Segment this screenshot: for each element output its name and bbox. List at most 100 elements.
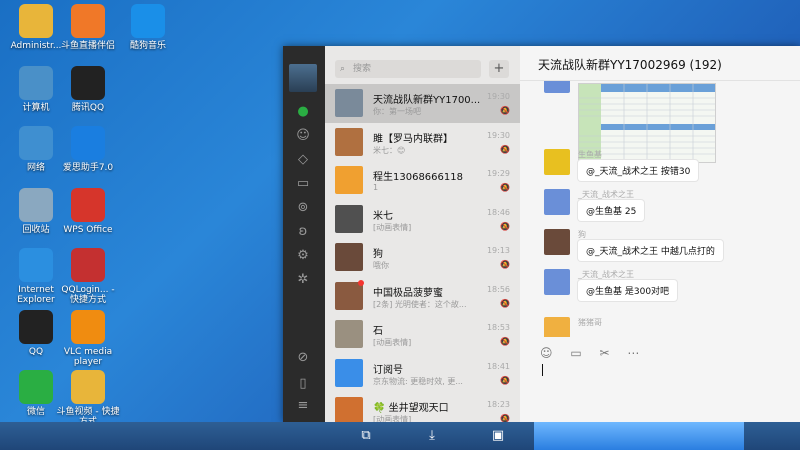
chat-avatar [335, 397, 363, 422]
desktop-icon-label: 爱思助手7.0 [62, 163, 114, 173]
chat-list-item[interactable]: 雎【罗马内联群】 米七：😊 19:30 🔕 [325, 123, 520, 162]
chat-last-message: 哦你 [373, 261, 389, 270]
chat-last-message: [2条] 光明使者：这个故... [373, 299, 467, 309]
message-area[interactable]: 生鱼基 @_天流_战术之王 按错30 _天流_战术之王 @生鱼基 25 狗 @_天流_战术… [520, 80, 800, 337]
search-icon: ⌕ [340, 64, 346, 74]
i4-icon [71, 126, 105, 160]
desktop-icon[interactable]: 腾讯QQ [56, 66, 120, 113]
chat-title: 天流战队新群YY17002969 (192) [538, 58, 722, 72]
screenshot-icon[interactable]: ⧉ [358, 428, 374, 444]
desktop-icon-label: 酷狗音乐 [129, 41, 166, 51]
chat-name: 米七 [373, 210, 393, 222]
input-toolbar: ☺ ▭ ✂ ⋯ [540, 346, 653, 360]
recycle-bin-icon [19, 188, 53, 222]
chat-time: 19:30 [486, 130, 510, 140]
sender-avatar[interactable] [544, 189, 570, 215]
chat-last-message: [动画表情] [373, 338, 412, 347]
desktop-icon-label: QQLogin... - 快捷方式 [61, 285, 115, 305]
sender-name: 狗 [578, 230, 586, 239]
chat-avatar [335, 320, 363, 348]
chat-name: 石 [373, 326, 383, 337]
add-button[interactable]: + [489, 60, 509, 78]
chat-list: 天流战队新群YY1700... 你：第一场吧 19:30 🔕 雎【罗马内联群】 米七：😊 1… [325, 84, 520, 422]
desktop-icon-label: VLC media player [63, 347, 113, 367]
scissors-icon[interactable]: ✂ [600, 346, 610, 360]
wechat-window: ● ☺ ◇ ▭ ⊚ ʚ ⚙ ✲ ⊘ ▯ ≡ ⌕ 搜索 + 天流战队新群YY170… [283, 46, 800, 422]
tv-icon[interactable]: ▣ [490, 428, 506, 444]
mute-icon: 🔕 [500, 337, 510, 346]
chat-last-message: 你：第一场吧 [373, 107, 421, 116]
file-icon[interactable]: ▭ [570, 346, 581, 360]
desktop-icon[interactable]: 酷狗音乐 [116, 4, 180, 51]
desktop-preview [534, 422, 744, 450]
desktop-icon[interactable]: QQLogin... - 快捷方式 [56, 248, 120, 305]
box-icon[interactable]: ◇ [295, 152, 311, 168]
chat-name: 🍀 坐井望观天口 [373, 403, 449, 414]
mute-icon: 🔕 [500, 106, 510, 115]
user-avatar[interactable] [289, 64, 317, 92]
message-bubble[interactable]: @_天流_战术之王 中越几点打的 [578, 240, 723, 261]
message-bubble[interactable]: @生鱼基 是300对吧 [578, 280, 678, 301]
chat-list-item[interactable]: 🍀 坐井望观天口 [动画表情] 18:23 🔕 [325, 392, 520, 422]
chat-time: 19:30 [486, 92, 510, 101]
network-icon [19, 126, 53, 160]
chat-name: 雎【罗马内联群】 [373, 133, 453, 145]
chat-list-item[interactable]: 中国极品菠萝蜜 [2条] 光明使者：这个故... 18:56 🔕 [325, 277, 520, 316]
menu-icon[interactable]: ≡ [295, 398, 311, 414]
chat-name: 中国极品菠萝蜜 [373, 287, 443, 299]
sender-avatar[interactable] [544, 317, 570, 337]
message-bubble[interactable]: @生鱼基 25 [578, 200, 645, 221]
mute-icon: 🔕 [500, 414, 510, 422]
desktop-icon[interactable]: WPS Office [56, 188, 120, 235]
emoji-icon[interactable]: ☺ [540, 346, 553, 360]
mute-icon: 🔕 [500, 260, 510, 269]
sender-avatar[interactable] [544, 149, 570, 175]
chat-history-icon[interactable]: ⋯ [627, 346, 639, 360]
butterfly-icon[interactable]: ʚ [295, 224, 311, 240]
chat-list-item[interactable]: 米七 [动画表情] 18:46 🔕 [325, 200, 520, 239]
mute-icon: 🔕 [500, 144, 510, 154]
mute-icon: 🔕 [500, 375, 510, 385]
qqlogin-icon [71, 248, 105, 282]
contacts-icon[interactable]: ☺ [295, 128, 311, 144]
mini-program-icon[interactable]: ✲ [295, 272, 311, 288]
chat-avatar [335, 281, 363, 310]
chat-list-item[interactable]: 订阅号 京东物流: 更稳时效, 更... 18:41 🔕 [325, 354, 520, 393]
message-bubble[interactable]: @_天流_战术之王 按错30 [578, 160, 699, 181]
search-input[interactable]: ⌕ 搜索 [335, 60, 481, 78]
chat-avatar [335, 89, 363, 117]
computer-icon [19, 66, 53, 100]
chat-list-item[interactable]: 程生13068666118 1 19:29 🔕 [325, 161, 520, 200]
desktop-icon[interactable]: 斗鱼视频 - 快捷方式 [56, 370, 120, 427]
folder-icon [71, 370, 105, 404]
desktop-icon[interactable]: 斗鱼直播伴侣 [56, 4, 120, 51]
desktop-icon[interactable]: VLC media player [56, 310, 120, 367]
phone-icon[interactable]: ▯ [295, 376, 311, 392]
desktop-icon-label: 斗鱼直播伴侣 [60, 41, 115, 51]
wechat-nav-bar: ● ☺ ◇ ▭ ⊚ ʚ ⚙ ✲ ⊘ ▯ ≡ [283, 46, 325, 422]
mute-icon: 🔕 [500, 183, 510, 192]
moments-icon[interactable]: ⊚ [295, 200, 311, 216]
sender-avatar[interactable] [544, 229, 570, 255]
chat-list-item[interactable]: 狗哦你 19:13 🔕 [325, 238, 520, 277]
link-icon[interactable]: ⊘ [295, 350, 311, 366]
chat-avatar [335, 204, 363, 233]
chat-avatar [335, 127, 363, 156]
chat-icon[interactable]: ● [295, 104, 311, 120]
download-icon[interactable]: ⤓ [424, 428, 440, 444]
wechat-icon [19, 370, 53, 404]
mute-icon: 🔕 [500, 298, 510, 308]
folder-icon[interactable]: ▭ [295, 176, 311, 192]
desktop-icon[interactable]: 爱思助手7.0 [56, 126, 120, 173]
chat-last-message: 1 [373, 183, 379, 192]
chat-list-item[interactable]: 石 [动画表情] 18:53 🔕 [325, 315, 520, 354]
folder-icon [19, 4, 53, 38]
chat-name: 订阅号 [373, 364, 403, 376]
chat-list-item[interactable]: 天流战队新群YY1700... 你：第一场吧 19:30 🔕 [325, 84, 520, 123]
sender-avatar[interactable] [544, 81, 570, 93]
text-input-cursor[interactable] [542, 364, 543, 376]
sender-name: 猪猪哥 [578, 318, 602, 327]
chat-time: 18:23 [486, 400, 510, 409]
settings-icon[interactable]: ⚙ [295, 248, 311, 264]
sender-avatar[interactable] [544, 269, 570, 295]
